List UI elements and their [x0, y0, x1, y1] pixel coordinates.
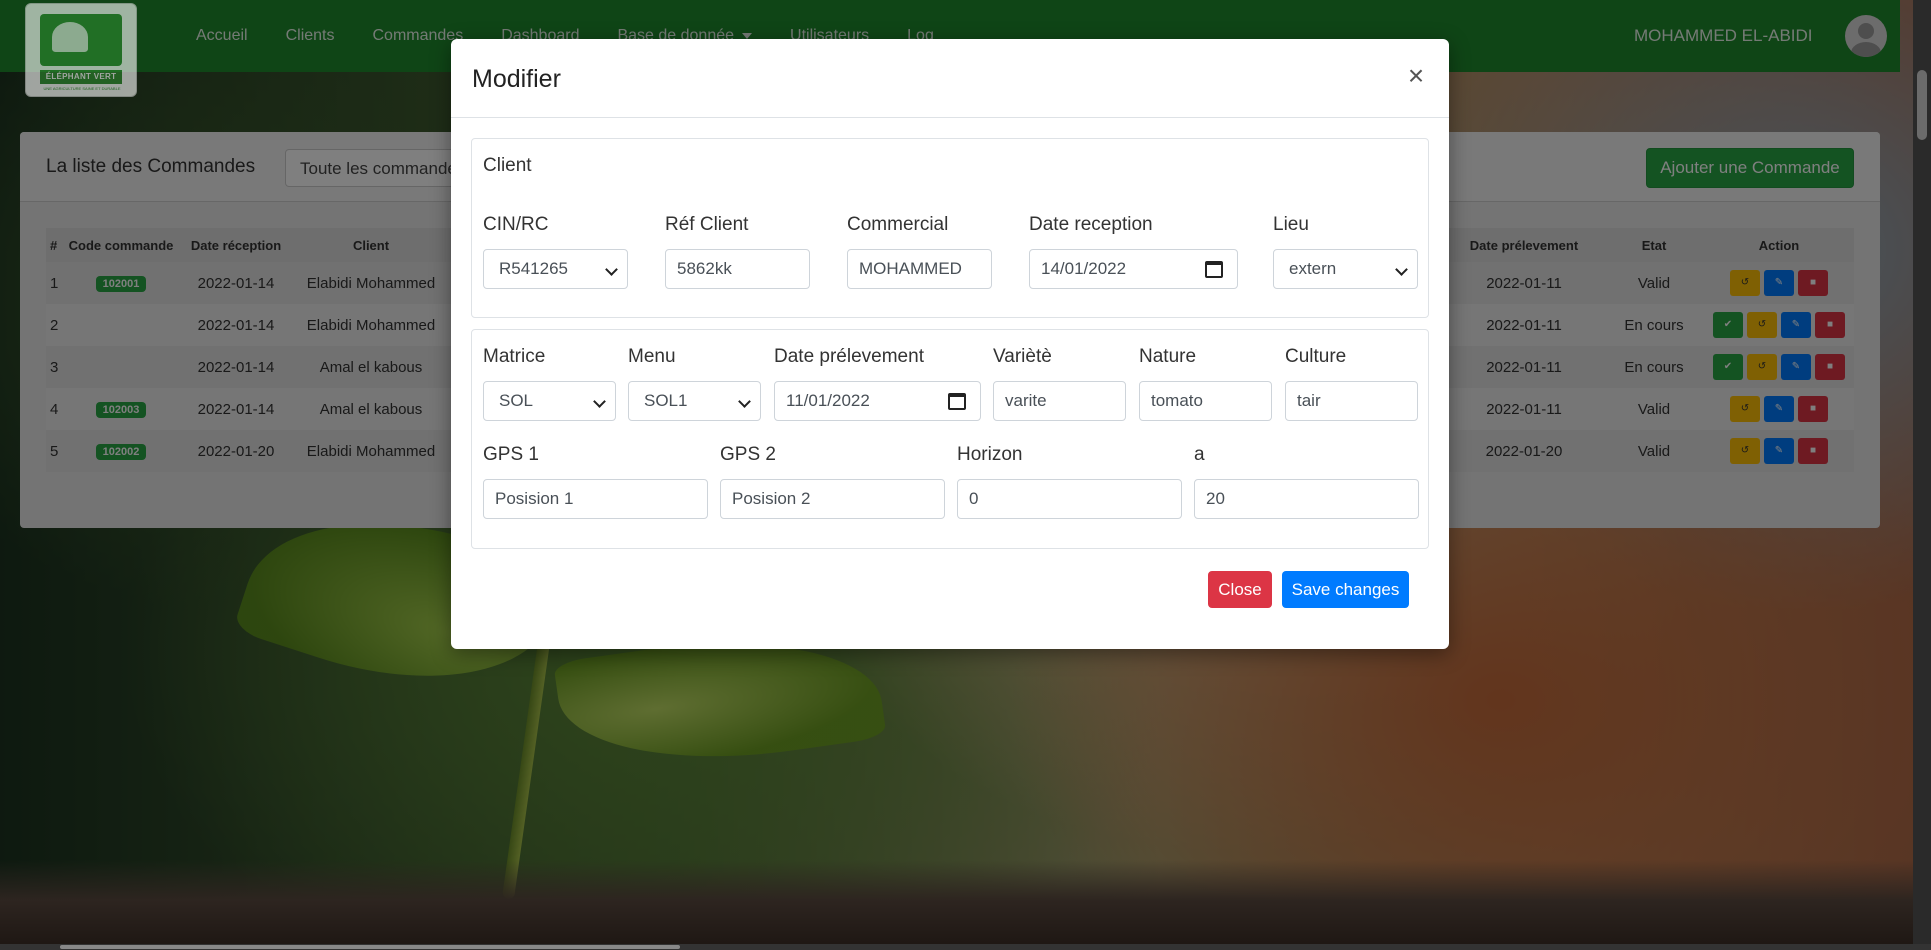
elephant-logo-icon	[40, 14, 122, 66]
lieu-select-value: extern	[1289, 259, 1337, 278]
ref-client-label: Réf Client	[665, 214, 749, 235]
gps2-label: GPS 2	[720, 444, 776, 465]
modal-header: Modifier ×	[451, 39, 1449, 118]
date-reception-value: 14/01/2022	[1041, 259, 1127, 278]
scrollbar-thumb[interactable]	[1917, 70, 1927, 140]
date-prelevement-input[interactable]: 11/01/2022	[774, 381, 981, 421]
sample-section: Matrice SOL Menu SOL1 Date prélevement 1…	[471, 329, 1429, 549]
gps1-input[interactable]: Posision 1	[483, 479, 708, 519]
a-input[interactable]: 20	[1194, 479, 1419, 519]
close-button[interactable]: Close	[1208, 571, 1272, 608]
horizon-input[interactable]: 0	[957, 479, 1182, 519]
logo[interactable]: ÉLÉPHANT VERT UNE AGRICULTURE SAINE ET D…	[25, 3, 137, 97]
culture-label: Culture	[1285, 346, 1347, 367]
nature-label: Nature	[1139, 346, 1197, 367]
matrice-select-value: SOL	[499, 391, 534, 410]
ref-client-input[interactable]: 5862kk	[665, 249, 810, 289]
culture-input[interactable]: tair	[1285, 381, 1418, 421]
horizon-value: 0	[969, 489, 979, 508]
nature-value: tomato	[1151, 391, 1203, 410]
date-prelevement-label: Date prélevement	[774, 346, 924, 367]
culture-value: tair	[1297, 391, 1321, 410]
variete-input[interactable]: varite	[993, 381, 1126, 421]
menu-label: Menu	[628, 346, 676, 367]
vertical-scrollbar[interactable]	[1913, 0, 1931, 950]
modal-title: Modifier	[472, 65, 561, 93]
client-section: Client CIN/RC R541265 Réf Client 5862kk …	[471, 138, 1429, 318]
lieu-select[interactable]: extern	[1273, 249, 1418, 289]
nature-input[interactable]: tomato	[1139, 381, 1272, 421]
hscrollbar-thumb[interactable]	[60, 945, 680, 949]
cin-label: CIN/RC	[483, 214, 549, 235]
a-label: a	[1194, 444, 1205, 465]
gps1-label: GPS 1	[483, 444, 539, 465]
client-section-title: Client	[483, 155, 532, 176]
variete-value: varite	[1005, 391, 1047, 410]
commercial-label: Commercial	[847, 214, 949, 235]
horizontal-scrollbar[interactable]	[0, 944, 1931, 950]
ref-client-value: 5862kk	[677, 259, 732, 278]
horizon-label: Horizon	[957, 444, 1023, 465]
edit-modal: Modifier × Client CIN/RC R541265 Réf Cli…	[451, 39, 1449, 649]
menu-select[interactable]: SOL1	[628, 381, 761, 421]
date-reception-input[interactable]: 14/01/2022	[1029, 249, 1238, 289]
commercial-value: MOHAMMED	[859, 259, 962, 278]
matrice-select[interactable]: SOL	[483, 381, 616, 421]
date-prelevement-value: 11/01/2022	[786, 391, 870, 410]
a-value: 20	[1206, 489, 1225, 508]
save-changes-button[interactable]: Save changes	[1282, 571, 1409, 608]
menu-select-value: SOL1	[644, 391, 688, 410]
cin-select-value: R541265	[499, 259, 569, 278]
close-icon[interactable]: ×	[1401, 61, 1431, 91]
lieu-label: Lieu	[1273, 214, 1309, 235]
calendar-icon[interactable]	[1205, 261, 1223, 278]
gps2-input[interactable]: Posision 2	[720, 479, 945, 519]
variete-label: Variètè	[993, 346, 1052, 367]
calendar-icon[interactable]	[948, 393, 966, 410]
commercial-input[interactable]: MOHAMMED	[847, 249, 992, 289]
logo-brand: ÉLÉPHANT VERT	[40, 70, 122, 84]
gps2-value: Posision 2	[732, 489, 811, 508]
matrice-label: Matrice	[483, 346, 546, 367]
date-reception-label: Date reception	[1029, 214, 1153, 235]
logo-tagline: UNE AGRICULTURE SAINE ET DURABLE	[43, 86, 121, 91]
cin-select[interactable]: R541265	[483, 249, 628, 289]
gps1-value: Posision 1	[495, 489, 574, 508]
